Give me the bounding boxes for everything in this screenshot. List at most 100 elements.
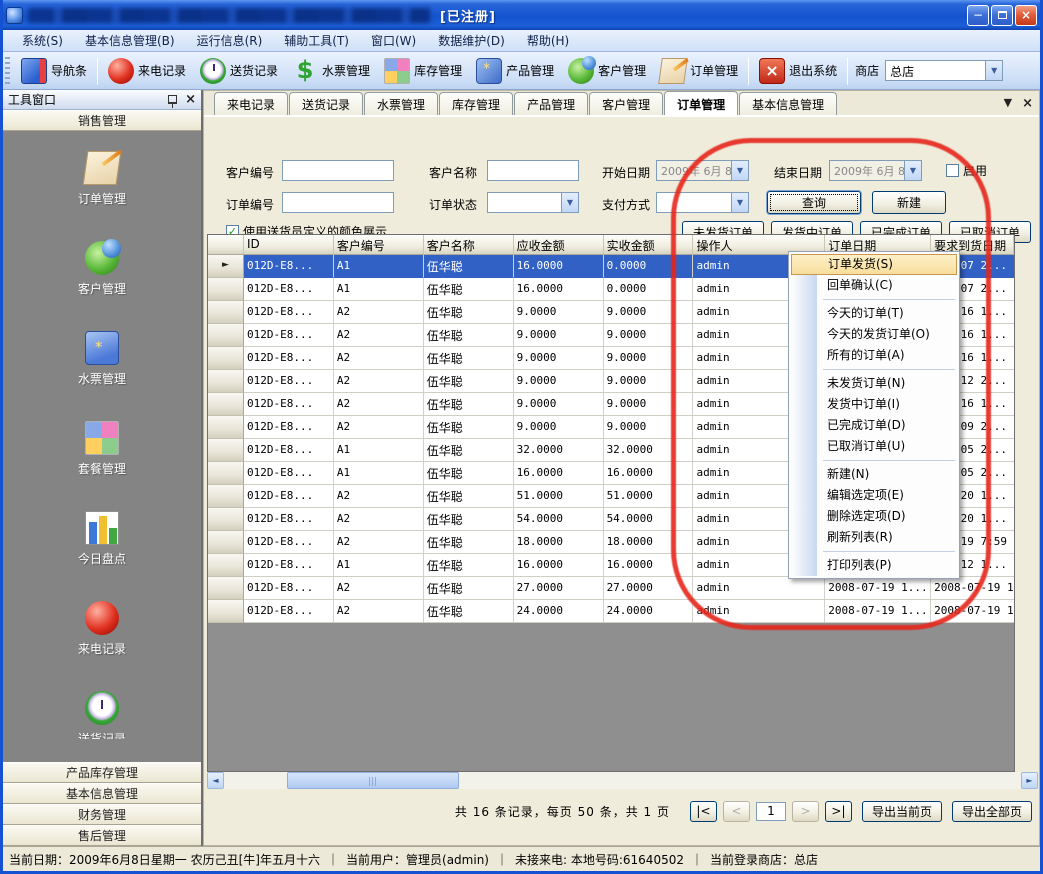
column-header[interactable]: ID [244,235,334,255]
toolbar-button[interactable]: 订单管理 [653,56,745,86]
pay-method-select[interactable]: ▼ [656,192,749,213]
toolbar-button[interactable]: 水票管理 [285,56,377,86]
toolbar-button[interactable]: 客户管理 [561,56,653,86]
customer-no-input[interactable] [282,160,394,181]
sidebar-item[interactable]: 订单管理 [78,151,126,207]
menu-bar-item[interactable]: 窗口(W) [360,30,427,51]
row-selector[interactable] [208,485,244,508]
row-selector[interactable] [208,508,244,531]
context-menu-item[interactable]: 已取消订单(U) [791,436,957,457]
close-button[interactable]: × [1015,5,1037,26]
sidebar-section[interactable]: 售后管理 [3,825,201,846]
row-selector[interactable] [208,416,244,439]
context-menu-item[interactable] [791,366,957,373]
table-row[interactable]: 012D-E8... A2 伍华聪 27.0000 27.0000 admin … [208,577,1014,600]
table-row[interactable]: 012D-E8... A2 伍华聪 24.0000 24.0000 admin … [208,600,1014,623]
context-menu-item[interactable]: 所有的订单(A) [791,345,957,366]
context-menu-item[interactable] [791,457,957,464]
chevron-down-icon[interactable]: ▼ [731,161,748,180]
query-button[interactable]: 查询 [767,191,861,214]
toolbar-button[interactable]: 库存管理 [377,56,469,86]
tab[interactable]: 来电记录 [214,92,288,115]
column-header[interactable]: 实收金额 [604,235,694,255]
toolbar-button[interactable]: 退出系统 [752,56,844,86]
export-current-page-button[interactable]: 导出当前页 [862,801,942,822]
sidebar-section-sales[interactable]: 销售管理 [3,110,201,131]
row-selector[interactable] [208,278,244,301]
context-menu-item[interactable]: 编辑选定项(E) [791,485,957,506]
toolbar-grip[interactable] [5,57,10,85]
toolbar-button[interactable]: 来电记录 [101,56,193,86]
sidebar-item[interactable]: 客户管理 [78,241,126,297]
menu-bar-item[interactable]: 系统(S) [11,30,74,51]
context-menu-item[interactable]: 今天的订单(T) [791,303,957,324]
order-no-input[interactable] [282,192,394,213]
row-selector[interactable] [208,347,244,370]
context-menu-item[interactable]: 新建(N) [791,464,957,485]
tab[interactable]: 水票管理 [364,92,438,115]
toolbar-button[interactable]: 送货记录 [193,56,285,86]
context-menu-item[interactable]: 回单确认(C) [791,275,957,296]
context-menu-item[interactable]: 刷新列表(R) [791,527,957,548]
chevron-down-icon[interactable]: ▼ [561,193,578,212]
tab[interactable]: 送货记录 [289,92,363,115]
sidebar-item[interactable]: 来电记录 [78,601,126,657]
row-selector[interactable] [208,554,244,577]
row-selector[interactable] [208,462,244,485]
context-menu-item[interactable]: 未发货订单(N) [791,373,957,394]
sidebar-close-icon[interactable]: × [185,93,196,106]
tab[interactable]: 库存管理 [439,92,513,115]
tab-close-icon[interactable]: × [1022,96,1033,111]
row-selector[interactable] [208,324,244,347]
menu-bar-item[interactable]: 运行信息(R) [186,30,274,51]
tab[interactable]: 基本信息管理 [739,92,837,115]
customer-name-input[interactable] [487,160,579,181]
context-menu-item[interactable]: 打印列表(P) [791,555,957,576]
tab[interactable]: 产品管理 [514,92,588,115]
row-selector[interactable]: ► [208,255,244,278]
row-selector[interactable] [208,531,244,554]
context-menu-item[interactable]: 删除选定项(D) [791,506,957,527]
row-selector[interactable] [208,393,244,416]
context-menu-item[interactable]: 已完成订单(D) [791,415,957,436]
menu-bar-item[interactable]: 辅助工具(T) [273,30,360,51]
chevron-down-icon[interactable]: ▼ [904,161,921,180]
sidebar-item[interactable]: 套餐管理 [78,421,126,477]
toolbar-button[interactable] [748,57,749,85]
tab[interactable]: 订单管理 [664,91,738,115]
new-button[interactable]: 新建 [872,191,946,214]
scroll-left-icon[interactable]: ◄ [207,772,224,789]
horizontal-scrollbar[interactable]: ◄ ► [207,772,1038,789]
order-status-select[interactable]: ▼ [487,192,579,213]
column-header[interactable]: 应收金额 [514,235,604,255]
sidebar-item[interactable]: 水票管理 [78,331,126,387]
prev-page-button[interactable]: < [723,801,750,822]
last-page-button[interactable]: >| [825,801,852,822]
sidebar-item[interactable]: 今日盘点 [78,511,126,567]
chevron-down-icon[interactable]: ▼ [731,193,748,212]
scroll-right-icon[interactable]: ► [1021,772,1038,789]
context-menu-item[interactable] [791,296,957,303]
sidebar-section[interactable]: 财务管理 [3,804,201,825]
pin-icon[interactable] [168,95,177,104]
menu-bar-item[interactable]: 数据维护(D) [427,30,516,51]
context-menu-item[interactable]: 订单发货(S) [791,254,957,275]
chevron-down-icon[interactable]: ▼ [985,61,1002,80]
minimize-button[interactable]: − [967,5,989,26]
shop-select[interactable]: 总店 ▼ [885,60,1003,81]
first-page-button[interactable]: |< [690,801,717,822]
page-number-input[interactable] [756,802,786,821]
row-selector[interactable] [208,301,244,324]
menu-bar-item[interactable]: 基本信息管理(B) [74,30,186,51]
toolbar-button[interactable]: 产品管理 [469,56,561,86]
next-page-button[interactable]: > [792,801,819,822]
enable-checkbox[interactable]: 启用 [946,162,987,179]
start-date-picker[interactable]: 2009年 6月 8日 ▼ [656,160,749,181]
maximize-button[interactable] [991,5,1013,26]
toolbar-button[interactable]: 导航条 [14,56,94,86]
export-all-pages-button[interactable]: 导出全部页 [952,801,1032,822]
row-selector[interactable] [208,370,244,393]
sidebar-section[interactable]: 产品库存管理 [3,762,201,783]
row-selector[interactable] [208,600,244,623]
sidebar-section[interactable]: 基本信息管理 [3,783,201,804]
